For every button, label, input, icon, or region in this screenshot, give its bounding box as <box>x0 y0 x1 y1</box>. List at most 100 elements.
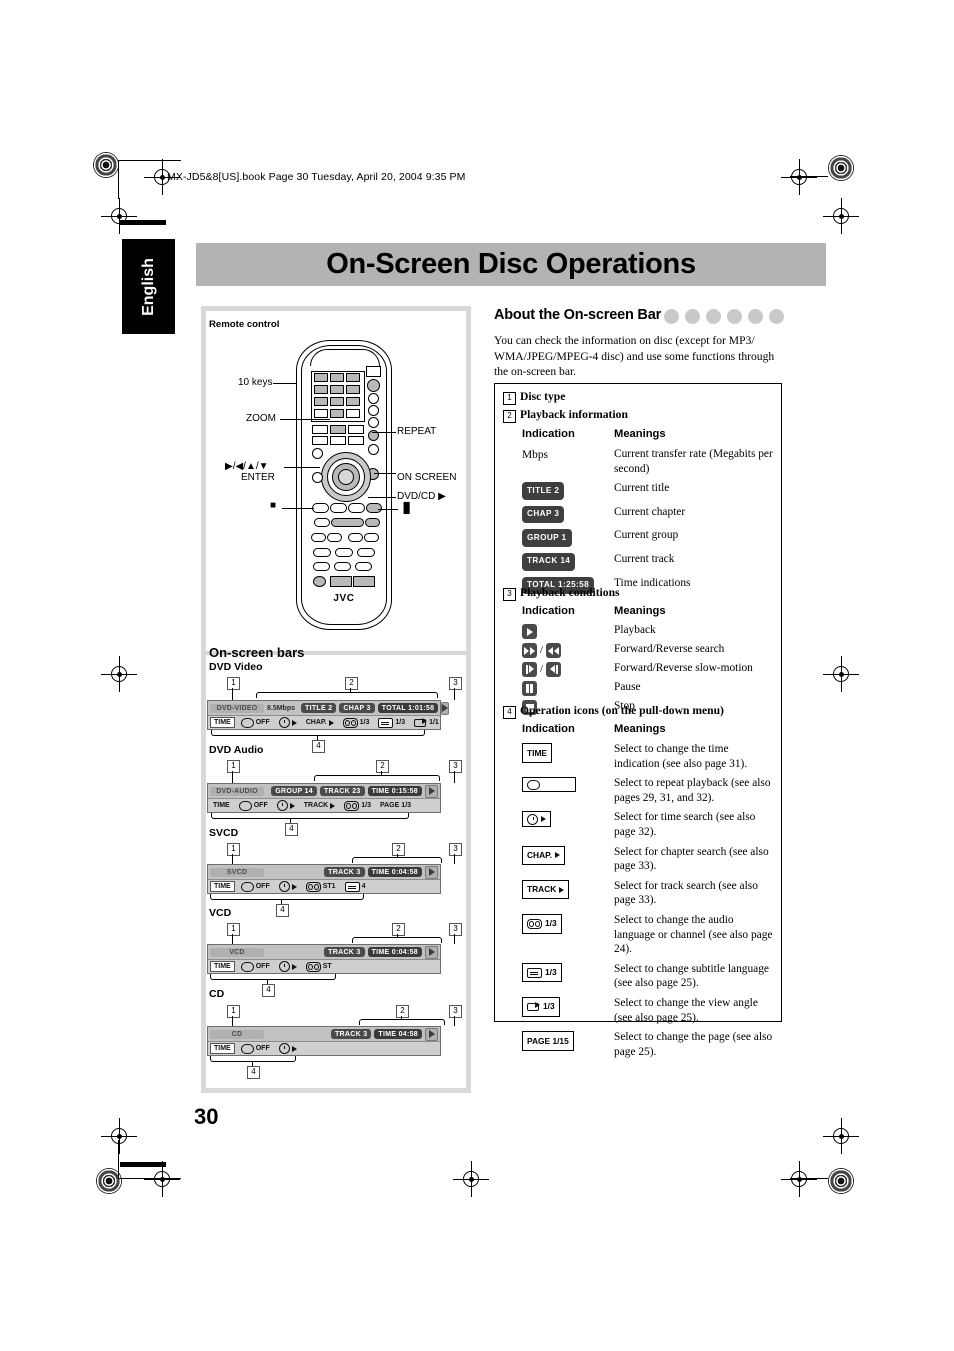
time-op-icon[interactable]: TIME <box>210 717 235 728</box>
marker-4-cd: 4 <box>247 1066 260 1079</box>
trim-bar-bottom-left <box>120 1162 166 1167</box>
enter-key[interactable] <box>338 469 354 485</box>
audio-language-icon: 1/3 <box>522 913 562 934</box>
marker-2-svcd: 2 <box>392 843 405 856</box>
stop-key[interactable] <box>314 518 330 527</box>
marker-2-cd: 2 <box>396 1005 409 1018</box>
section-1-label: 1 Disc type <box>503 390 565 405</box>
about-section-header: About the On-screen Bar <box>494 306 784 328</box>
repeat-op-icon[interactable]: OFF <box>238 881 273 893</box>
subtitle-op-icon[interactable]: 1/3 <box>375 717 408 729</box>
repeat-icon <box>522 777 576 793</box>
marker-3-cd: 3 <box>449 1005 462 1018</box>
onscreen-bar-vcd: VCD TRACK 3 TIME 0:04:58 TIME OFF ST <box>207 944 441 974</box>
table-row: / Forward/Reverse search <box>522 642 773 658</box>
rewind-icon <box>546 643 562 658</box>
transfer-rate: 8.5Mbps <box>267 704 296 712</box>
table-row: TRACK 14 Current track <box>522 552 773 571</box>
time-op-icon[interactable]: TIME <box>210 961 235 972</box>
time-chip: TIME 0:15:58 <box>367 786 422 796</box>
title-chip: TITLE 2 <box>301 703 337 713</box>
table-row: Select for time search (see also page 32… <box>522 810 773 839</box>
subtitle-op-icon[interactable]: 4 <box>342 881 369 893</box>
repeat-op-icon[interactable]: OFF <box>238 1043 273 1055</box>
audio-op-icon[interactable]: ST <box>303 961 335 973</box>
table-row: Pause <box>522 680 773 696</box>
chapter-search-icon: CHAP. <box>522 845 565 866</box>
play-icon <box>522 624 537 639</box>
remote-control-illustration: JVC <box>296 340 392 630</box>
repeat-op-icon[interactable]: OFF <box>236 800 271 812</box>
page-op-icon[interactable]: PAGE 1/3 <box>377 801 414 810</box>
time-search-op-icon[interactable] <box>276 960 300 973</box>
language-tab-label: English <box>139 257 157 316</box>
zoom-key[interactable] <box>330 425 346 434</box>
chapter-chip: CHAP 3 <box>522 505 565 524</box>
title-chip: TITLE 2 <box>522 482 565 500</box>
time-op-icon[interactable]: TIME <box>210 1043 235 1054</box>
mbps-indication: Mbps <box>522 449 548 461</box>
disc-type-chip: SVCD <box>210 867 264 877</box>
time-search-op-icon[interactable] <box>274 799 298 812</box>
bar-label-cd: CD <box>209 988 225 1000</box>
about-heading: About the On-screen Bar <box>494 307 664 323</box>
registration-mark-top-right <box>828 155 854 181</box>
callout-ten-keys: 10 keys <box>238 377 273 388</box>
marker-1-vcd: 1 <box>227 923 240 936</box>
section-2-label: 2 Playback information <box>503 408 628 423</box>
track-chip: TRACK 3 <box>324 867 365 877</box>
marker-2-vcd: 2 <box>392 923 405 936</box>
time-search-op-icon[interactable] <box>276 716 300 729</box>
table-row: CHAP. Select for chapter search (see als… <box>522 845 773 874</box>
crosshair-right-lower <box>823 1118 859 1154</box>
marker-2-dvd-audio: 2 <box>376 760 389 773</box>
table-row: Playback <box>522 623 773 639</box>
chapter-search-op-icon[interactable]: CHAP. <box>303 718 337 727</box>
remote-control-caption: Remote control <box>209 319 280 330</box>
table-row: TIME Select to change the time indicatio… <box>522 742 773 771</box>
page-title-bar: On-Screen Disc Operations <box>196 243 826 286</box>
crosshair-bottom-center <box>453 1161 489 1197</box>
crosshair-right-mid <box>823 656 859 692</box>
play-status-icon <box>425 865 438 879</box>
track-chip: TRACK 3 <box>324 947 365 957</box>
play-status-icon <box>425 784 438 798</box>
callout-enter: ENTER <box>241 472 275 483</box>
onscreen-bar-dvd-audio: DVD-AUDIO GROUP 14 TRACK 23 TIME 0:15:58… <box>207 783 441 813</box>
table-row: Select to repeat playback (see also page… <box>522 776 773 805</box>
marker-4-svcd: 4 <box>276 904 289 917</box>
track-chip: TRACK 3 <box>330 1029 372 1039</box>
time-chip: TIME 0:04:58 <box>367 947 422 957</box>
angle-op-icon[interactable]: 1/1 <box>411 717 442 728</box>
audio-op-icon[interactable]: ST1 <box>303 881 339 893</box>
bar-label-svcd: SVCD <box>209 827 239 839</box>
callout-cursor: ▶/◀/▲/▼ <box>225 461 269 472</box>
repeat-op-icon[interactable]: OFF <box>238 717 273 729</box>
crosshair-right-upper <box>823 198 859 234</box>
play-status-icon <box>425 1027 438 1041</box>
trim-bar-top-left <box>120 220 166 225</box>
time-op-icon[interactable]: TIME <box>210 801 233 810</box>
table-header-2: Indication Meanings <box>522 428 666 440</box>
group-chip: GROUP 1 <box>522 529 572 547</box>
time-op-icon[interactable]: TIME <box>210 881 235 892</box>
table-row: CHAP 3 Current chapter <box>522 505 773 524</box>
marker-3-svcd: 3 <box>449 843 462 856</box>
page-title: On-Screen Disc Operations <box>326 248 696 280</box>
marker-3-vcd: 3 <box>449 923 462 936</box>
table-row: 1/3 Select to change the view angle (see… <box>522 996 773 1025</box>
time-search-op-icon[interactable] <box>276 1042 300 1055</box>
dvd-cd-key[interactable] <box>366 503 382 513</box>
track-search-op-icon[interactable]: TRACK <box>301 801 339 810</box>
callout-dvd-cd: DVD/CD ▶ <box>397 491 446 502</box>
repeat-op-icon[interactable]: OFF <box>238 961 273 973</box>
marker-4-vcd: 4 <box>262 984 275 997</box>
audio-op-icon[interactable]: 1/3 <box>341 800 374 812</box>
audio-op-icon[interactable]: 1/3 <box>340 717 373 729</box>
pause-key[interactable] <box>365 518 380 527</box>
callout-stop: ■ <box>270 500 277 511</box>
marker-3-dvd-video: 3 <box>449 677 462 690</box>
track-chip: TRACK 14 <box>522 552 576 571</box>
time-search-icon <box>522 811 551 828</box>
time-search-op-icon[interactable] <box>276 880 300 893</box>
